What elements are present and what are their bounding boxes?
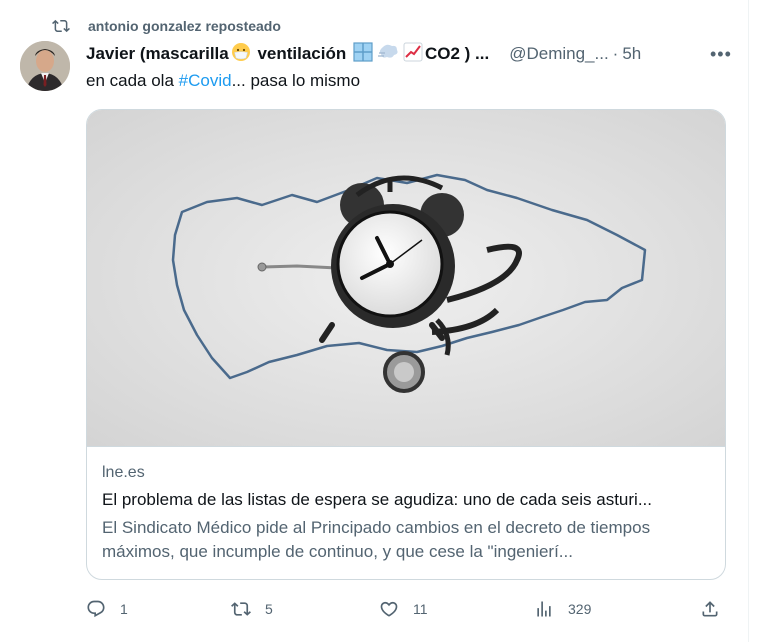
link-card[interactable]: lne.es El problema de las listas de espe… — [86, 109, 726, 580]
mask-face-icon — [231, 42, 251, 67]
heart-icon — [380, 601, 398, 617]
author-handle[interactable]: @Deming_... — [509, 44, 608, 64]
timeline-border — [748, 0, 749, 642]
tweet-actions: 1 5 11 329 — [86, 596, 732, 622]
like-count: 11 — [413, 601, 428, 617]
card-title: El problema de las listas de espera se a… — [102, 490, 652, 509]
more-options-button[interactable]: ••• — [710, 44, 732, 65]
author-name-part: ventilación — [252, 43, 351, 63]
retweet-icon — [231, 602, 251, 616]
tweet-header: Javier (mascarilla ventilación CO2 ) ...… — [86, 41, 732, 67]
views-icon — [537, 601, 551, 617]
repost-icon — [52, 19, 70, 33]
repost-label: antonio gonzalez reposteado — [88, 18, 281, 34]
reply-button[interactable]: 1 — [86, 596, 128, 622]
card-description: El Sindicato Médico pide al Principado c… — [102, 518, 651, 561]
views-button[interactable]: 329 — [534, 596, 591, 622]
tweet-text: en cada ola #Covid... pasa lo mismo — [86, 71, 360, 91]
author-name-part: CO2 ) ... — [424, 43, 490, 63]
tweet-text-part: ... pasa lo mismo — [231, 71, 361, 90]
author-name-part: Javier (mascarilla — [86, 43, 229, 63]
reply-count: 1 — [120, 601, 128, 617]
share-icon — [702, 601, 718, 617]
hashtag-link[interactable]: #Covid — [179, 71, 232, 90]
repost-count: 5 — [265, 601, 273, 617]
chart-increasing-icon — [403, 42, 423, 67]
like-button[interactable]: 11 — [379, 596, 428, 622]
reply-icon — [87, 600, 105, 618]
window-icon — [353, 41, 373, 67]
wind-face-icon — [377, 42, 399, 67]
separator-dot: · — [612, 44, 619, 63]
card-image — [87, 110, 725, 447]
views-count: 329 — [568, 601, 592, 617]
avatar[interactable] — [20, 41, 70, 91]
tweet-text-part: en cada ola — [86, 71, 179, 90]
card-domain: lne.es — [102, 464, 145, 481]
repost-indicator[interactable]: antonio gonzalez reposteado — [52, 16, 281, 36]
repost-button[interactable]: 5 — [231, 596, 273, 622]
author-name[interactable]: Javier (mascarilla ventilación CO2 ) ... — [86, 41, 490, 67]
tweet-timestamp[interactable]: 5h — [622, 44, 641, 64]
share-button[interactable] — [700, 596, 720, 622]
